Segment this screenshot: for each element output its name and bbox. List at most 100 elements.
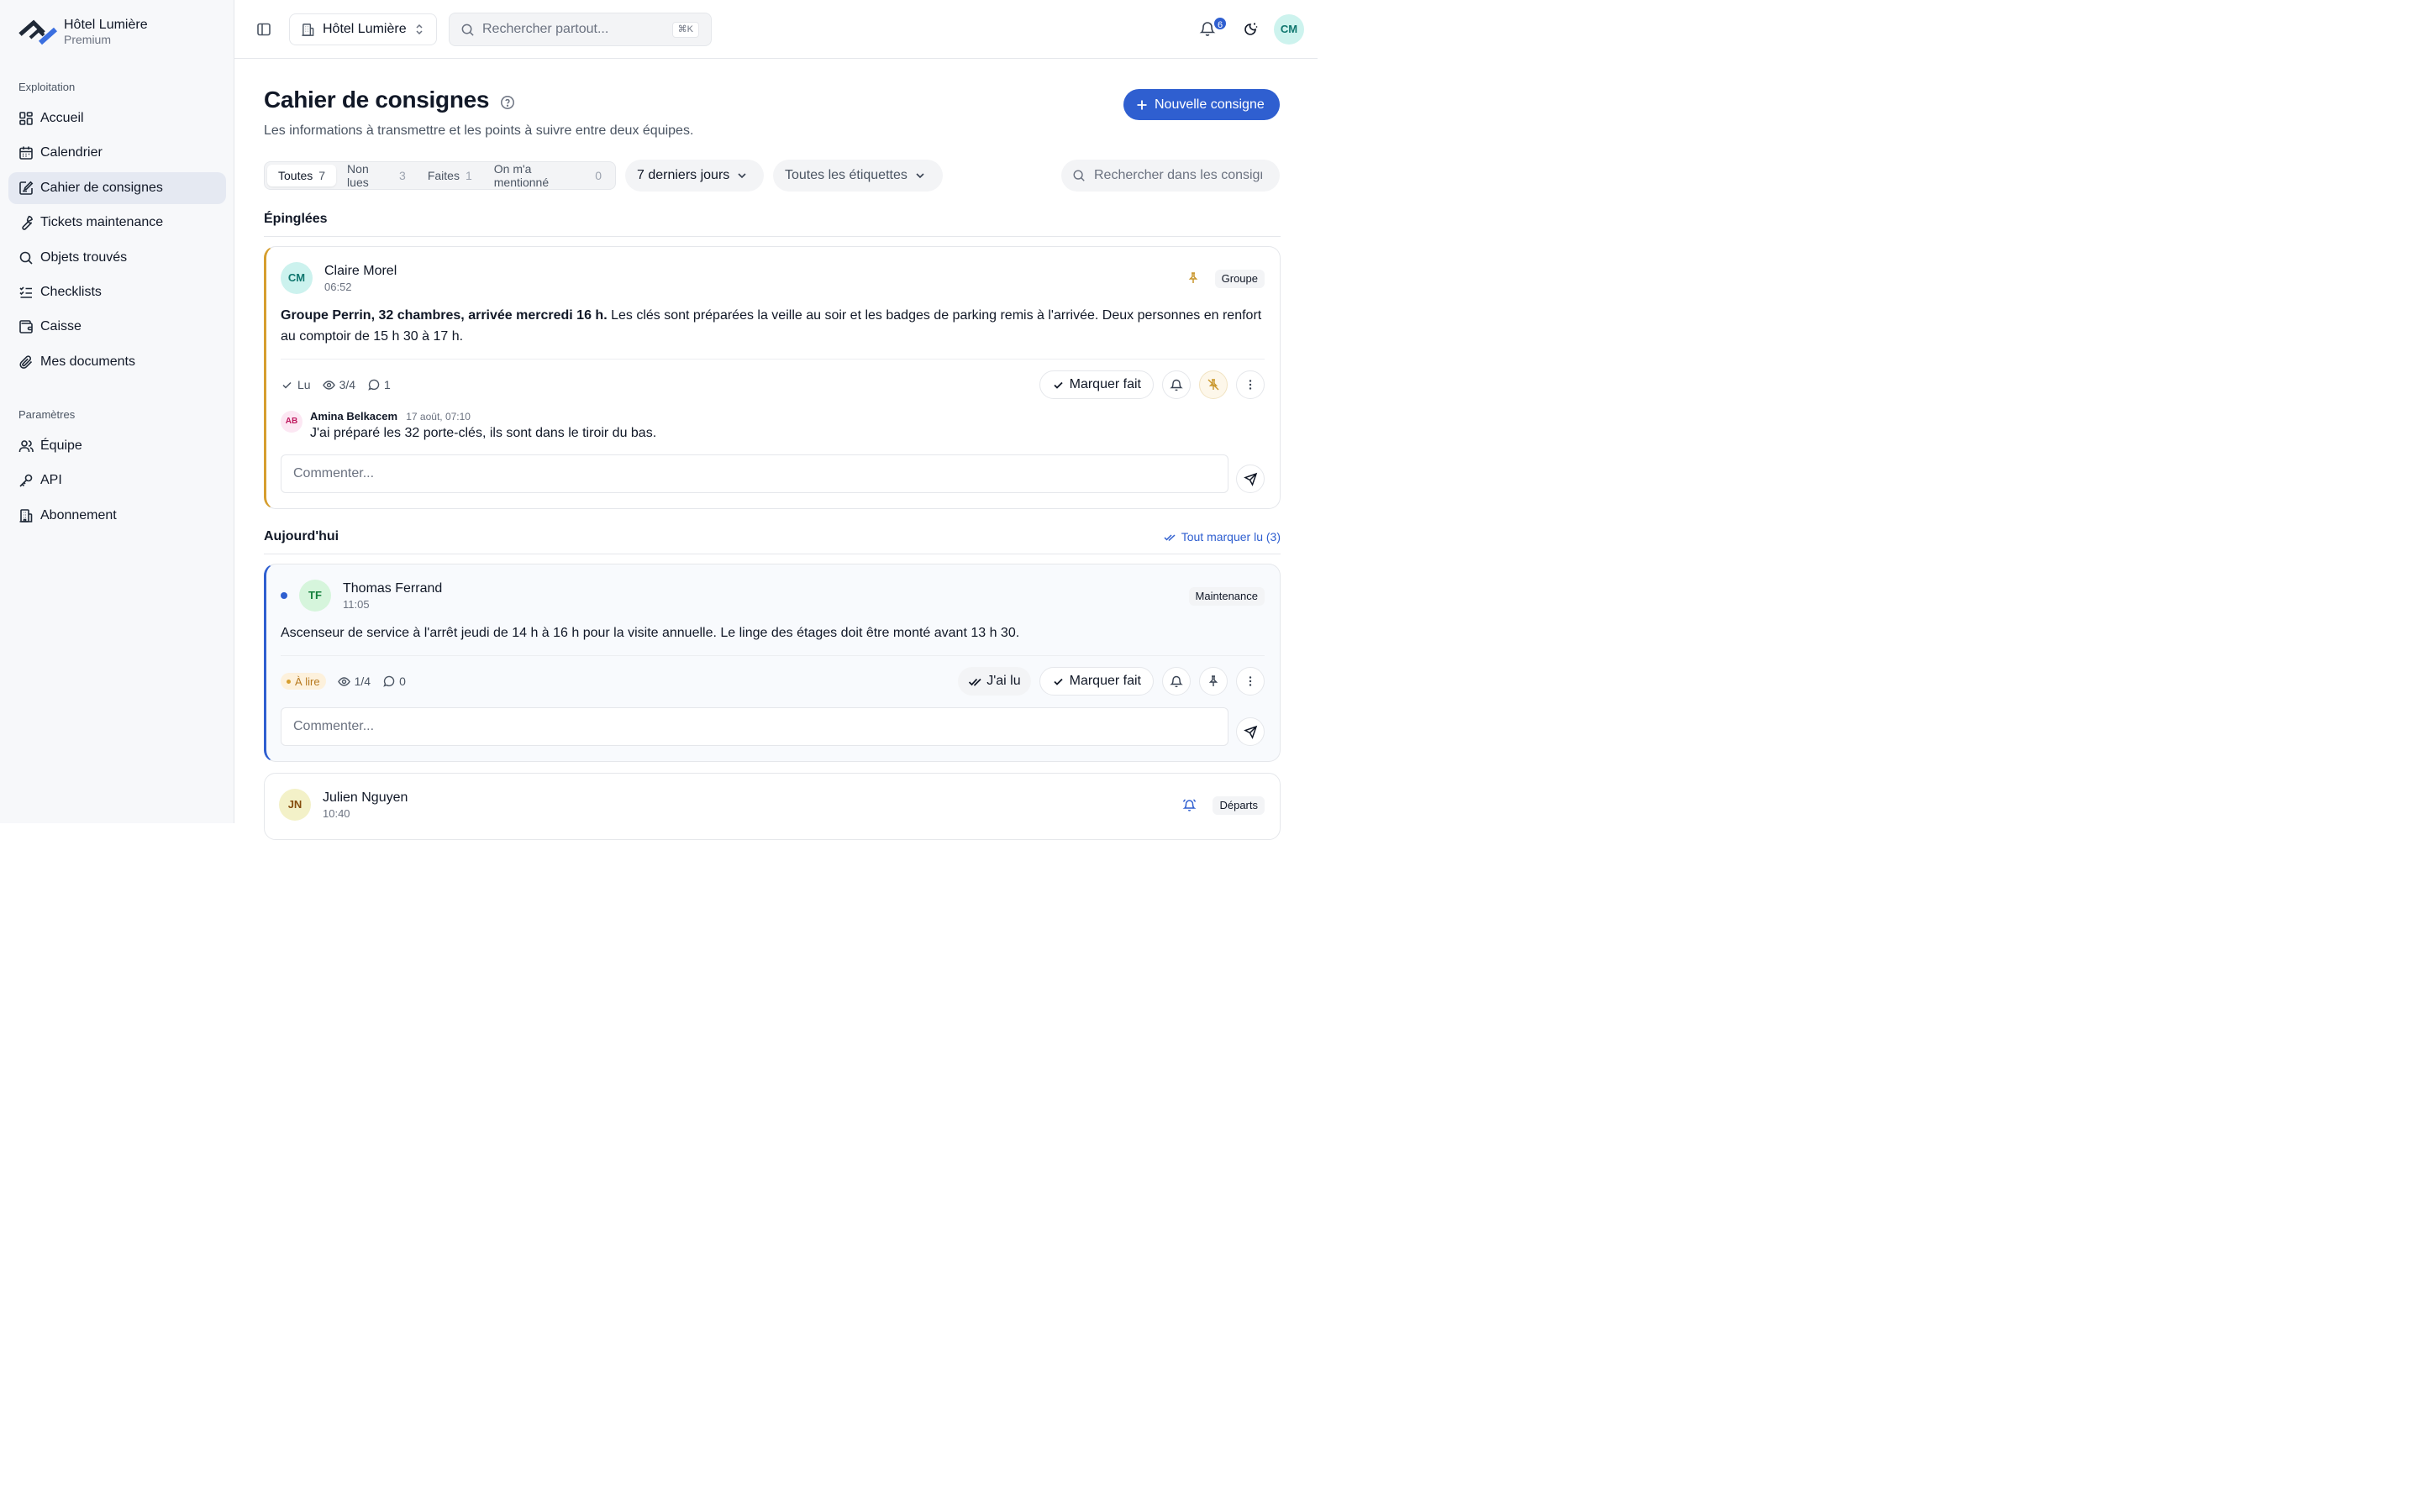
calendar-icon	[19, 146, 33, 160]
theme-toggle-icon[interactable]	[1242, 21, 1259, 38]
tab-count: 0	[595, 169, 602, 182]
check-icon	[1053, 678, 1063, 685]
sidebar-item-api[interactable]: API	[8, 465, 226, 496]
main-content: Hôtel Lumière ⌘K 6 CM Cahier de consigne…	[234, 0, 1318, 840]
author-name: Julien Nguyen	[323, 790, 408, 805]
tag-badge: Départs	[1213, 796, 1265, 815]
mark-all-read-button[interactable]: Tout marquer lu (3)	[1164, 530, 1281, 543]
sidebar-item-caisse[interactable]: Caisse	[8, 311, 226, 343]
brand[interactable]: Hôtel Lumière Premium	[18, 17, 148, 47]
send-icon	[1243, 472, 1257, 486]
global-search-input[interactable]	[482, 22, 667, 37]
consignes-search-input[interactable]	[1094, 168, 1262, 183]
sidebar-item-label: Équipe	[40, 438, 82, 453]
page-subtitle: Les informations à transmettre et les po…	[264, 123, 694, 138]
consignes-search[interactable]	[1061, 160, 1280, 192]
tab-mentions[interactable]: On m'a mentionné 0	[483, 162, 613, 189]
sidebar-item-equipe[interactable]: Équipe	[8, 430, 226, 462]
mark-done-button[interactable]: Marquer fait	[1039, 667, 1154, 696]
sidebar-item-mes-documents[interactable]: Mes documents	[8, 346, 226, 378]
tab-faites[interactable]: Faites 1	[417, 165, 483, 186]
bell-reminder-icon	[1182, 799, 1197, 811]
consigne-body-bold: Groupe Perrin, 32 chambres, arrivée merc…	[281, 308, 608, 323]
send-comment-button[interactable]	[1236, 717, 1265, 746]
mark-done-label: Marquer fait	[1069, 674, 1141, 688]
hotel-selector[interactable]: Hôtel Lumière	[289, 13, 437, 45]
building-icon	[19, 508, 33, 522]
card-actions: J'ai lu Marquer fait	[958, 667, 1265, 696]
comment-text: J'ai préparé les 32 porte-clés, ils sont…	[310, 426, 657, 440]
more-options-button[interactable]	[1236, 370, 1265, 399]
sidebar-item-objets-trouves[interactable]: Objets trouvés	[8, 242, 226, 274]
help-icon[interactable]	[500, 95, 515, 110]
tab-label: Non lues	[347, 162, 369, 189]
mark-all-read-label: Tout marquer lu (3)	[1181, 530, 1281, 543]
read-status-label: Lu	[297, 378, 311, 391]
double-check-icon	[969, 678, 981, 686]
mark-done-button[interactable]: Marquer fait	[1039, 370, 1154, 399]
nav-list-exploitation: Accueil Calendrier Cahier de consignes T…	[8, 102, 226, 381]
read-status: Lu	[281, 378, 311, 391]
comment-input[interactable]	[281, 707, 1228, 746]
tab-non-lues[interactable]: Non lues 3	[336, 162, 417, 189]
post-time: 06:52	[324, 281, 352, 293]
section-today-title: Aujourd'hui	[264, 529, 339, 543]
period-dropdown[interactable]: 7 derniers jours	[625, 160, 764, 192]
chevrons-up-down-icon	[416, 24, 423, 35]
wallet-icon	[19, 320, 33, 334]
hotel-selector-label: Hôtel Lumière	[323, 22, 407, 36]
building-icon	[302, 23, 314, 36]
sidebar-toggle-icon[interactable]	[255, 21, 272, 38]
post-time: 11:05	[343, 598, 370, 611]
to-read-label: À lire	[295, 675, 320, 688]
tags-dropdown[interactable]: Toutes les étiquettes	[773, 160, 943, 192]
pin-off-icon	[1207, 379, 1219, 391]
comments-label: 1	[384, 378, 391, 391]
sidebar-item-calendrier[interactable]: Calendrier	[8, 137, 226, 169]
pin-button[interactable]	[1199, 667, 1228, 696]
mark-done-label: Marquer fait	[1069, 377, 1141, 391]
divider	[281, 359, 1265, 360]
tab-toutes[interactable]: Toutes 7	[267, 165, 337, 186]
sidebar-item-label: Objets trouvés	[40, 249, 128, 265]
new-consigne-button[interactable]: Nouvelle consigne	[1123, 89, 1280, 120]
page-title: Cahier de consignes	[264, 87, 490, 113]
more-vertical-icon	[1249, 676, 1252, 686]
send-comment-button[interactable]	[1236, 465, 1265, 493]
remind-button[interactable]	[1162, 667, 1191, 696]
nav-list-parametres: Équipe API Abonnement	[8, 430, 226, 534]
notebook-icon	[19, 181, 34, 195]
period-label: 7 derniers jours	[637, 168, 730, 182]
tags-label: Toutes les étiquettes	[785, 168, 908, 182]
eye-icon	[322, 380, 335, 390]
consigne-body: Ascenseur de service à l'arrêt jeudi de …	[281, 626, 1020, 640]
chevron-down-icon	[916, 173, 924, 179]
user-avatar[interactable]: CM	[1274, 14, 1304, 45]
to-read-badge: À lire	[281, 673, 326, 690]
sidebar-item-accueil[interactable]: Accueil	[8, 102, 226, 134]
global-search[interactable]: ⌘K	[449, 13, 712, 46]
comments-count: 1	[367, 378, 391, 391]
sidebar-item-checklists[interactable]: Checklists	[8, 276, 226, 308]
comment-input[interactable]	[281, 454, 1228, 493]
more-options-button[interactable]	[1236, 667, 1265, 696]
mark-read-label: J'ai lu	[986, 674, 1021, 688]
tab-label: Toutes	[278, 169, 313, 182]
tag-badge: Groupe	[1214, 270, 1265, 288]
sidebar-item-cahier-de-consignes[interactable]: Cahier de consignes	[8, 171, 226, 204]
tab-count: 7	[318, 169, 326, 182]
author-avatar: TF	[299, 580, 331, 612]
mark-read-button[interactable]: J'ai lu	[958, 667, 1031, 696]
search-icon	[1073, 170, 1085, 181]
wrench-icon	[22, 216, 33, 230]
divider	[281, 655, 1265, 656]
sidebar: Hôtel Lumière Premium Exploitation Accue…	[0, 0, 234, 823]
remind-button[interactable]	[1162, 370, 1191, 399]
nav-section-exploitation: Exploitation	[18, 81, 76, 93]
unpin-button[interactable]	[1199, 370, 1228, 399]
sidebar-item-label: Mes documents	[40, 354, 135, 369]
sidebar-item-tickets-maintenance[interactable]: Tickets maintenance	[8, 207, 226, 239]
author-avatar: CM	[281, 262, 313, 294]
sidebar-item-abonnement[interactable]: Abonnement	[8, 500, 226, 532]
views-label: 3/4	[339, 378, 356, 391]
